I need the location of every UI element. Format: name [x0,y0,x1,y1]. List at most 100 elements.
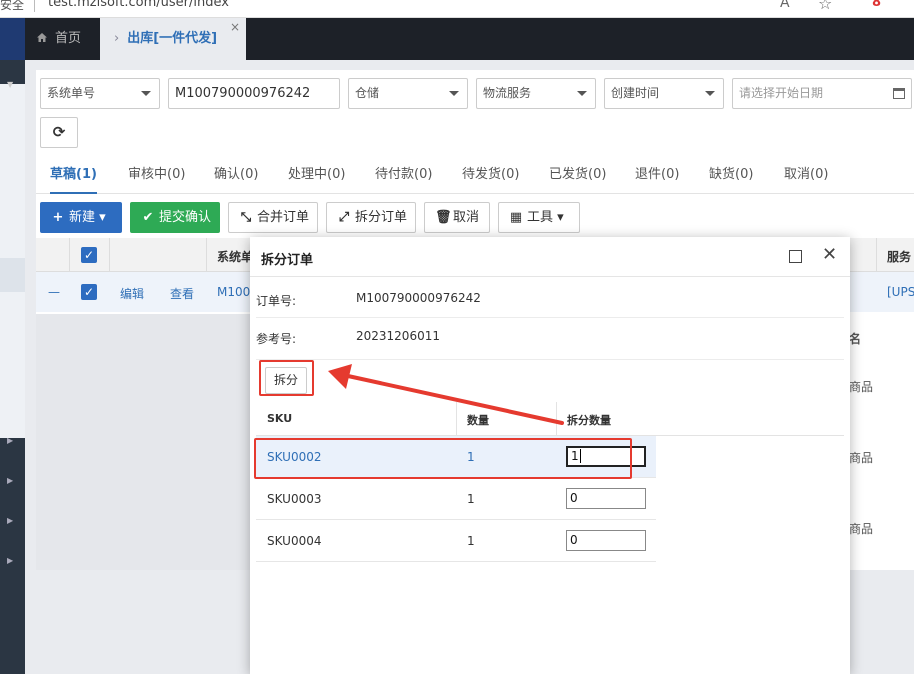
start-date-placeholder: 请选择开始日期 [739,86,824,100]
annotation-box [254,438,632,479]
cancel-button[interactable]: 🗑取消 [424,202,490,233]
warehouse-select[interactable]: 仓储 [348,78,468,109]
start-date-input[interactable]: 请选择开始日期 [732,78,912,109]
sidebar-item-active[interactable] [0,258,25,292]
column-divider [876,238,877,272]
qty-cell: 1 [467,534,475,548]
tab-outbound-dropship[interactable]: › 出库[一件代发] × [100,18,246,60]
tools-button-label: 工具 [527,210,554,225]
select-all-checkbox[interactable]: ✓ [81,247,97,263]
column-system-no: 系统单 [217,250,254,264]
divider [256,317,844,318]
chevron-down-icon [141,91,151,96]
tab-active-label: 出库[一件代发] [127,31,218,46]
new-button-label: 新建 [69,210,96,225]
address-divider [34,0,35,12]
column-service: 服务 [887,250,912,264]
tab-draft[interactable]: 草稿(1) [50,156,97,194]
chevron-down-icon[interactable]: ▼ [7,80,13,89]
new-button[interactable]: + 新建 ▾ [40,202,122,233]
detail-row-text: 商品 [849,380,874,394]
tab-reviewing[interactable]: 审核中(0) [128,156,185,194]
ref-no-value: 20231206011 [356,329,440,343]
ref-no-label: 参考号: [256,332,297,346]
browser-address-bar: 安全 test.mzlsoft.com/user/index A ☆ 8 [0,0,914,18]
close-icon[interactable]: ✕ [822,246,837,264]
split-order-dialog: 拆分订单 ✕ 订单号: M100790000976242 参考号: 202312… [250,237,850,674]
home-icon [37,33,47,42]
detail-row-text: 商品 [849,451,874,465]
tab-out-of-stock[interactable]: 缺货(0) [709,156,753,194]
split-qty-input[interactable]: 0 [566,488,646,509]
row-collapse-toggle[interactable]: — [48,285,60,299]
annotation-box [259,360,314,396]
chevron-right-icon[interactable]: ▶ [7,436,13,445]
dialog-header: 拆分订单 ✕ [250,237,850,277]
extension-icon[interactable]: 8 [872,0,881,10]
cancel-button-label: 取消 [453,210,480,225]
reader-mode-icon[interactable]: A [780,0,790,11]
close-icon[interactable]: × [230,6,240,48]
sku-cell: SKU0004 [267,534,322,548]
sidebar-header [0,18,25,60]
search-field-select[interactable]: 系统单号 [40,78,160,109]
tab-shipped[interactable]: 已发货(0) [549,156,606,194]
maximize-icon[interactable] [789,250,802,263]
table-row[interactable]: SKU0004 1 0 [256,520,656,562]
tab-pending-payment[interactable]: 待付款(0) [375,156,432,194]
edit-link[interactable]: 编辑 [120,285,144,302]
column-divider [69,238,70,272]
qty-cell: 1 [467,492,475,506]
table-row[interactable]: SKU0003 1 0 [256,478,656,520]
search-field-select-value: 系统单号 [47,86,96,100]
compress-icon: ⤡ [240,210,252,225]
submit-confirm-label: 提交确认 [159,210,212,225]
logistics-select[interactable]: 物流服务 [476,78,596,109]
column-split-qty: 拆分数量 [567,414,611,427]
column-qty: 数量 [467,414,489,427]
chevron-right-icon[interactable]: ▶ [7,556,13,565]
tab-confirmed[interactable]: 确认(0) [214,156,258,194]
order-no-value: M100790000976242 [356,291,481,305]
column-divider [206,238,207,272]
detail-header-fragment: 名 [849,332,862,346]
order-no-label: 订单号: [256,294,297,308]
split-orders-button[interactable]: ⤢ 拆分订单 [326,202,416,233]
column-divider [109,238,110,272]
tab-cancelled[interactable]: 取消(0) [784,156,828,194]
tab-pending-shipment[interactable]: 待发货(0) [462,156,519,194]
split-orders-label: 拆分订单 [355,210,408,225]
column-divider [556,402,557,436]
divider [256,359,844,360]
time-type-select[interactable]: 创建时间 [604,78,724,109]
tab-home[interactable]: 首页 [25,18,100,60]
time-type-select-value: 创建时间 [611,86,660,100]
check-icon: ✔ [142,210,154,225]
url-field[interactable]: test.mzlsoft.com/user/index [48,0,229,10]
order-number-input[interactable]: M100790000976242 [168,78,340,109]
sku-table-header: SKU 数量 拆分数量 [256,402,844,436]
detail-row-text: 商品 [849,522,874,536]
tools-button[interactable]: ▦ 工具 ▾ [498,202,580,233]
merge-orders-button[interactable]: ⤡ 合并订单 [228,202,318,233]
split-qty-value: 0 [570,491,578,505]
tab-returned[interactable]: 退件(0) [635,156,679,194]
status-tabs: 草稿(1) 审核中(0) 确认(0) 处理中(0) 待付款(0) 待发货(0) … [36,156,914,194]
row-checkbox[interactable]: ✓ [81,284,97,300]
chevron-right-icon: › [114,31,120,46]
submit-confirm-button[interactable]: ✔ 提交确认 [130,202,220,233]
split-qty-input[interactable]: 0 [566,530,646,551]
order-no-link[interactable]: M100 [217,285,250,299]
page-tab-bar: 首页 › 出库[一件代发] × [25,18,914,60]
tab-processing[interactable]: 处理中(0) [288,156,345,194]
view-link[interactable]: 查看 [170,285,194,302]
chevron-down-icon [449,91,459,96]
security-label[interactable]: 安全 [0,0,24,13]
chevron-right-icon[interactable]: ▶ [7,516,13,525]
tab-home-label: 首页 [55,31,82,46]
merge-orders-label: 合并订单 [257,210,310,225]
service-link[interactable]: [UPS [887,285,914,299]
star-icon[interactable]: ☆ [818,0,832,13]
chevron-right-icon[interactable]: ▶ [7,476,13,485]
refresh-button[interactable]: ⟳ [40,117,78,148]
